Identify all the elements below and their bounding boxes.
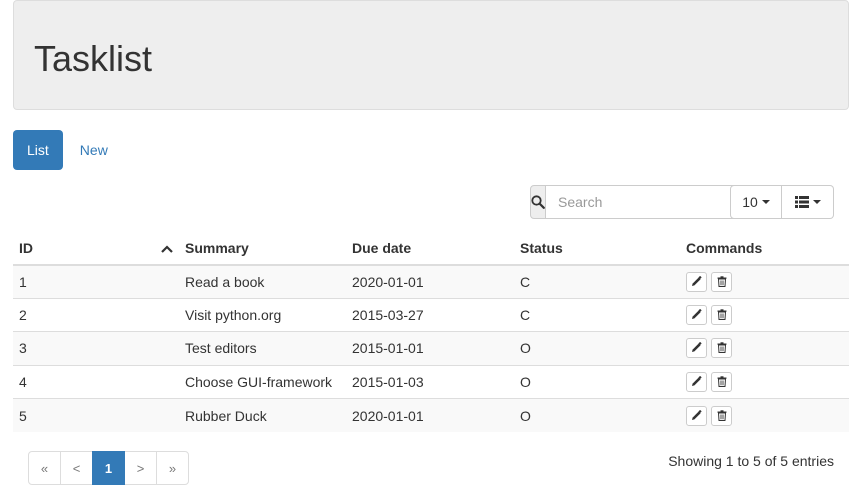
cell-status: O (514, 398, 680, 432)
trash-icon (717, 340, 727, 356)
nav-list-tab[interactable]: List (13, 130, 63, 170)
search-group (530, 185, 752, 219)
cell-summary: Read a book (179, 264, 346, 299)
table-row[interactable]: 3 Test editors 2015-01-01 O (13, 331, 849, 366)
cell-id: 2 (13, 297, 179, 332)
trash-icon (717, 274, 727, 290)
page-size-dropdown[interactable]: 10 (730, 185, 782, 219)
delete-button[interactable] (711, 271, 732, 292)
table-row[interactable]: 4 Choose GUI-framework 2015-01-03 O (13, 364, 849, 399)
prev-page-button[interactable]: < (60, 451, 93, 485)
trash-icon (717, 408, 727, 424)
pencil-icon (691, 408, 702, 424)
delete-button[interactable] (711, 338, 732, 359)
cell-summary: Choose GUI-framework (179, 364, 346, 399)
cell-commands (680, 364, 849, 399)
page-size-value: 10 (742, 194, 758, 210)
delete-button[interactable] (711, 405, 732, 426)
nav-pills: List New (13, 130, 122, 170)
edit-button[interactable] (686, 371, 707, 392)
table-header-row: ID Summary Due date Status Commands (13, 232, 849, 266)
pagination: « < 1 > » (28, 451, 189, 485)
cell-due-date: 2020-01-01 (346, 264, 514, 299)
cell-summary: Rubber Duck (179, 398, 346, 432)
edit-button[interactable] (686, 305, 707, 326)
nav-new-tab[interactable]: New (66, 130, 122, 170)
cell-due-date: 2015-01-01 (346, 331, 514, 366)
cell-status: C (514, 297, 680, 332)
search-icon (531, 195, 545, 209)
column-header-due-date[interactable]: Due date (346, 232, 514, 266)
column-header-summary[interactable]: Summary (179, 232, 346, 266)
cell-commands (680, 331, 849, 366)
cell-id: 5 (13, 398, 179, 432)
cell-commands (680, 297, 849, 332)
cell-due-date: 2015-01-03 (346, 364, 514, 399)
caret-down-icon (761, 200, 770, 204)
list-columns-icon (794, 196, 809, 208)
trash-icon (717, 374, 727, 390)
last-page-button[interactable]: » (156, 451, 189, 485)
cell-id: 3 (13, 331, 179, 366)
table-toolbar-buttons: 10 (730, 185, 834, 219)
search-button[interactable] (530, 185, 546, 219)
edit-button[interactable] (686, 338, 707, 359)
column-header-id[interactable]: ID (13, 232, 179, 266)
cell-due-date: 2020-01-01 (346, 398, 514, 432)
caret-down-icon (812, 200, 821, 204)
cell-id: 1 (13, 264, 179, 299)
tasks-table: ID Summary Due date Status Commands 1 Rea… (13, 232, 849, 432)
cell-summary: Test editors (179, 331, 346, 366)
page-header: Tasklist (13, 0, 849, 110)
columns-dropdown[interactable] (782, 185, 834, 219)
cell-due-date: 2015-03-27 (346, 297, 514, 332)
cell-status: O (514, 331, 680, 366)
pagination-info: Showing 1 to 5 of 5 entries (668, 453, 834, 469)
pencil-icon (691, 307, 702, 323)
table-row[interactable]: 2 Visit python.org 2015-03-27 C (13, 297, 849, 332)
cell-id: 4 (13, 364, 179, 399)
page-title: Tasklist (34, 38, 153, 79)
edit-button[interactable] (686, 405, 707, 426)
pencil-icon (691, 374, 702, 390)
pencil-icon (691, 340, 702, 356)
table-row[interactable]: 5 Rubber Duck 2020-01-01 O (13, 398, 849, 432)
next-page-button[interactable]: > (124, 451, 157, 485)
pencil-icon (691, 274, 702, 290)
table-row[interactable]: 1 Read a book 2020-01-01 C (13, 264, 849, 299)
cell-status: C (514, 264, 680, 299)
first-page-button[interactable]: « (28, 451, 61, 485)
edit-button[interactable] (686, 271, 707, 292)
cell-status: O (514, 364, 680, 399)
delete-button[interactable] (711, 305, 732, 326)
cell-summary: Visit python.org (179, 297, 346, 332)
cell-commands (680, 264, 849, 299)
sort-ascending-icon (161, 240, 173, 256)
trash-icon (717, 307, 727, 323)
column-header-status[interactable]: Status (514, 232, 680, 266)
page-button-current[interactable]: 1 (92, 451, 125, 485)
search-input[interactable] (546, 185, 752, 219)
column-header-commands: Commands (680, 232, 849, 266)
cell-commands (680, 398, 849, 432)
delete-button[interactable] (711, 371, 732, 392)
